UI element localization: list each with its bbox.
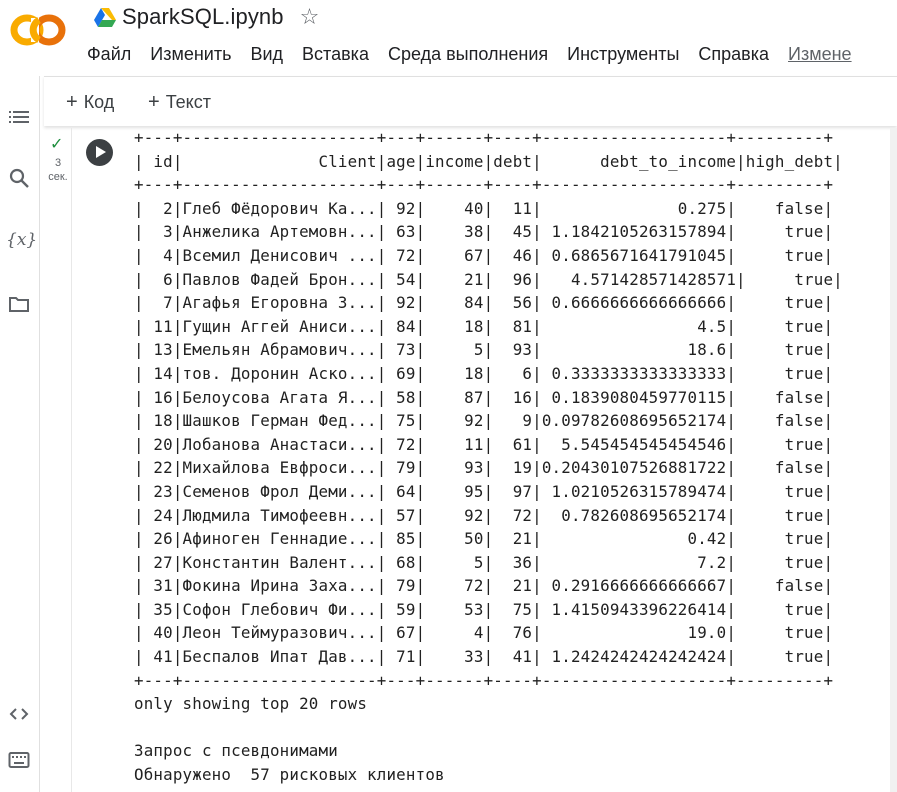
google-drive-icon	[94, 8, 116, 27]
menu-file[interactable]: Файл	[87, 44, 131, 65]
table-row: | 3|Анжелика Артемовн...| 63| 38| 45| 1.…	[134, 222, 834, 242]
table-row: | 13|Емельян Абрамович...| 73| 5| 93| 18…	[134, 340, 834, 360]
table-header: | id| Client|age|income|debt| debt_to_in…	[134, 151, 843, 171]
menu-view[interactable]: Вид	[250, 44, 283, 65]
cell-output: +---+--------------------+---+------+---…	[134, 126, 843, 787]
output-scrollbar[interactable]	[890, 128, 897, 792]
colab-logo[interactable]	[8, 10, 68, 50]
table-row: | 20|Лобанова Анастаси...| 72| 11| 61| 5…	[134, 434, 834, 454]
table-border-bottom: +---+--------------------+---+------+---…	[134, 670, 834, 690]
table-row: | 26|Афиноген Геннадие...| 85| 50| 21| 0…	[134, 529, 834, 549]
variables-icon[interactable]: {x}	[6, 230, 37, 250]
table-row: | 11|Гущин Аггей Аниси...| 84| 18| 81| 4…	[134, 316, 834, 336]
query-line: Запрос с псевдонимами	[134, 741, 338, 761]
menu-insert[interactable]: Вставка	[302, 44, 369, 65]
left-sidebar: {x}	[0, 76, 40, 792]
plus-icon: +	[66, 91, 78, 113]
exec-unit: сек.	[48, 171, 68, 183]
table-row: | 7|Агафья Егоровна З...| 92| 84| 56| 0.…	[134, 293, 834, 313]
cell-gutter	[44, 128, 72, 792]
table-border-top: +---+--------------------+---+------+---…	[134, 128, 834, 147]
add-code-label: Код	[83, 92, 115, 112]
files-folder-icon[interactable]	[8, 293, 30, 315]
table-row: | 6|Павлов Фадей Брон...| 54| 21| 96| 4.…	[134, 269, 843, 289]
notebook-title[interactable]: SparkSQL.ipynb	[122, 4, 284, 30]
table-row: | 22|Михайлова Евфроси...| 79| 93| 19|0.…	[134, 458, 834, 478]
add-text-label: Текст	[165, 92, 212, 112]
add-code-button[interactable]: + Код	[66, 91, 114, 114]
menu-tools[interactable]: Инструменты	[567, 44, 679, 65]
plus-icon: +	[148, 91, 160, 113]
star-icon[interactable]: ☆	[300, 6, 320, 28]
table-of-contents-icon[interactable]	[8, 106, 30, 128]
table-border-mid: +---+--------------------+---+------+---…	[134, 175, 834, 195]
table-row: | 14|тов. Доронин Аско...| 69| 18| 6| 0.…	[134, 363, 834, 383]
table-row: | 41|Беспалов Ипат Дав...| 71| 33| 41| 1…	[134, 647, 834, 667]
execution-time: 3 сек.	[44, 156, 72, 184]
table-row: | 24|Людмила Тимофеевн...| 57| 92| 72| 0…	[134, 505, 834, 525]
last-edit-link[interactable]: Измене	[788, 44, 852, 65]
exec-count: 3	[54, 157, 62, 169]
table-row: | 16|Белоусова Агата Я...| 58| 87| 16| 0…	[134, 387, 834, 407]
menu-bar: Файл Изменить Вид Вставка Среда выполнен…	[87, 44, 852, 65]
search-icon[interactable]	[8, 167, 30, 189]
menu-help[interactable]: Справка	[698, 44, 769, 65]
add-text-button[interactable]: + Текст	[148, 91, 211, 114]
checkmark-icon: ✓	[50, 136, 64, 153]
table-row: | 35|Софон Глебович Фи...| 59| 53| 75| 1…	[134, 599, 834, 619]
command-palette-icon[interactable]	[8, 749, 30, 771]
run-cell-button[interactable]	[86, 139, 113, 166]
app-header: SparkSQL.ipynb ☆ Файл Изменить Вид Встав…	[0, 0, 897, 76]
notebook-toolbar: + Код + Текст	[44, 76, 897, 126]
code-snippets-icon[interactable]	[8, 703, 30, 725]
table-row: | 2|Глеб Фёдорович Ка...| 92| 40| 11| 0.…	[134, 198, 834, 218]
table-row: | 18|Шашков Герман Фед...| 75| 92| 9|0.0…	[134, 411, 834, 431]
table-row: | 4|Всемил Денисович ...| 72| 67| 46| 0.…	[134, 245, 834, 265]
table-row: | 40|Леон Теймуразович...| 67| 4| 76| 19…	[134, 623, 834, 643]
menu-runtime[interactable]: Среда выполнения	[388, 44, 548, 65]
found-line: Обнаружено 57 рисковых клиентов	[134, 765, 445, 785]
title-row: SparkSQL.ipynb ☆	[94, 4, 319, 30]
table-row: | 27|Константин Валент...| 68| 5| 36| 7.…	[134, 552, 834, 572]
table-row: | 23|Семенов Фрол Деми...| 64| 95| 97| 1…	[134, 481, 834, 501]
table-row: | 31|Фокина Ирина Заха...| 79| 72| 21| 0…	[134, 576, 834, 596]
menu-edit[interactable]: Изменить	[150, 44, 231, 65]
rows-footer: only showing top 20 rows	[134, 694, 368, 714]
